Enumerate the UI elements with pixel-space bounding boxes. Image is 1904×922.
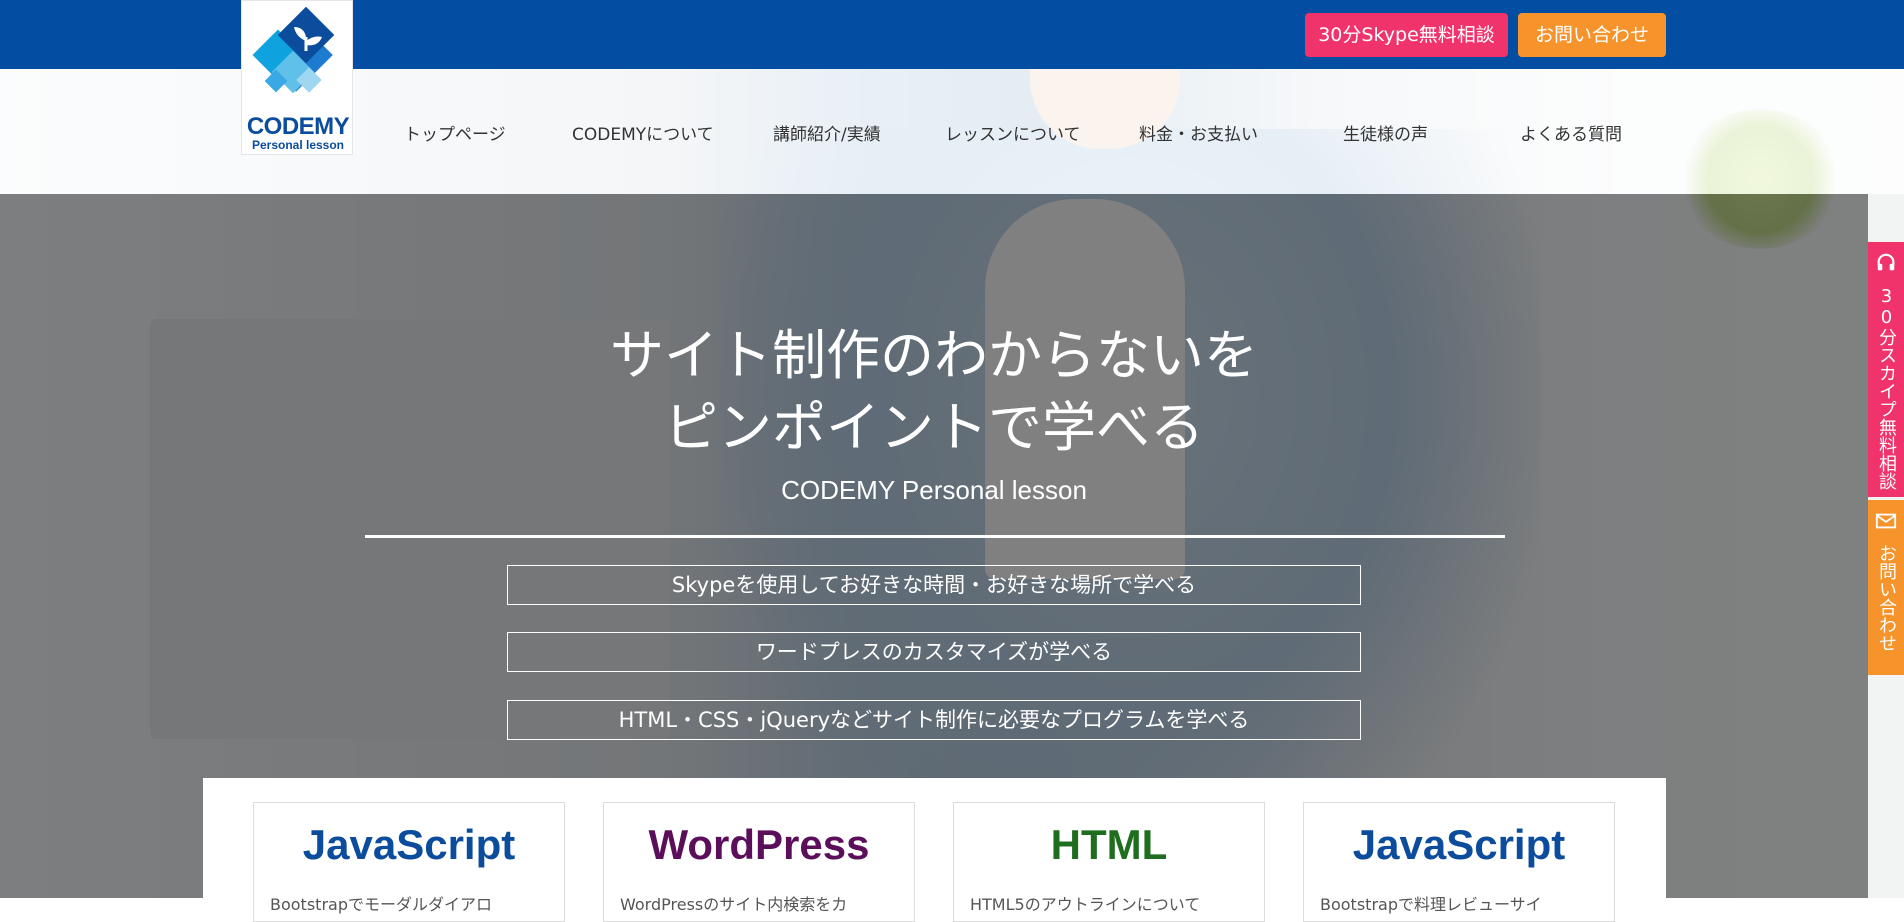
article-card[interactable]: JavaScript Bootstrapでモーダルダイアロ (253, 802, 565, 922)
skype-consult-button[interactable]: 30分Skype無料相談 (1305, 13, 1508, 57)
nav-item-top[interactable]: トップページ (404, 120, 506, 150)
card-excerpt: WordPressのサイト内検索をカ (620, 895, 848, 914)
side-skype-consult-tab[interactable]: 30分スカイプ無料相談 (1868, 242, 1904, 497)
hero-title-line1: サイト制作のわからないを (610, 324, 1258, 387)
site-logo[interactable]: CODEMY Personal lesson (241, 0, 353, 155)
logo-subtitle: Personal lesson (251, 138, 345, 152)
nav-item-faq[interactable]: よくある質問 (1520, 120, 1622, 150)
card-excerpt: Bootstrapでモーダルダイアロ (270, 895, 492, 914)
article-card[interactable]: HTML HTML5のアウトラインについて (953, 802, 1265, 922)
article-card[interactable]: WordPress WordPressのサイト内検索をカ (603, 802, 915, 922)
nav-item-instructors[interactable]: 講師紹介/実績 (773, 120, 881, 150)
card-category: JavaScript (1352, 821, 1566, 868)
side-contact-tab[interactable]: お問い合わせ (1868, 500, 1904, 675)
hero-subtitle: CODEMY Personal lesson (781, 475, 1087, 505)
logo-name: CODEMY (246, 113, 350, 140)
feature-skype: Skypeを使用してお好きな時間・お好きな場所で学べる (507, 565, 1361, 605)
feature-programming: HTML・CSS・jQueryなどサイト制作に必要なプログラムを学べる (507, 700, 1361, 740)
nav-item-pricing[interactable]: 料金・お支払い (1139, 120, 1258, 150)
envelope-icon (1875, 513, 1897, 529)
card-category: WordPress (648, 821, 870, 868)
article-card[interactable]: JavaScript Bootstrapで料理レビューサイ (1303, 802, 1615, 922)
feature-wordpress: ワードプレスのカスタマイズが学べる (507, 632, 1361, 672)
card-category: HTML (1050, 821, 1168, 868)
card-category: JavaScript (302, 821, 516, 868)
headset-icon (1877, 253, 1895, 271)
nav-item-lessons[interactable]: レッスンについて (945, 120, 1081, 150)
logo-mark-icon (252, 7, 335, 94)
contact-button[interactable]: お問い合わせ (1518, 13, 1666, 57)
nav-item-testimonials[interactable]: 生徒様の声 (1343, 120, 1428, 150)
side-contact-label: お問い合わせ (1876, 544, 1897, 652)
hero-divider (365, 535, 1505, 538)
card-excerpt: Bootstrapで料理レビューサイ (1320, 895, 1542, 914)
card-excerpt: HTML5のアウトラインについて (970, 895, 1201, 914)
hero-title-line2: ピンポイントで学べる (664, 396, 1204, 459)
side-skype-label: 30分スカイプ無料相談 (1876, 286, 1897, 490)
nav-item-about[interactable]: CODEMYについて (572, 120, 714, 150)
